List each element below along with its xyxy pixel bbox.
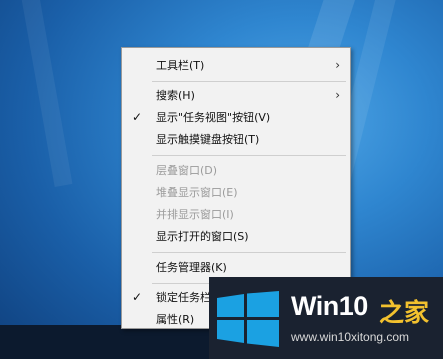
checkmark-icon: ✓: [132, 110, 143, 124]
brand-title: Win10 之家: [291, 291, 441, 327]
menu-item-toolbars[interactable]: 工具栏(T) ›: [122, 55, 350, 76]
menu-item-label: 显示打开的窗口(S): [156, 230, 249, 243]
menu-item-show-windows-stacked: 堆叠显示窗口(E): [122, 182, 350, 203]
light-beam: [20, 0, 73, 187]
menu-separator: [152, 252, 346, 253]
menu-item-cascade-windows: 层叠窗口(D): [122, 160, 350, 181]
chevron-right-icon: ›: [335, 58, 340, 72]
menu-item-show-touch-keyboard-button[interactable]: 显示触摸键盘按钮(T): [122, 129, 350, 150]
menu-item-label: 显示触摸键盘按钮(T): [156, 133, 260, 146]
brand-zh-text: 之家: [379, 298, 430, 327]
menu-item-search[interactable]: 搜索(H) ›: [122, 85, 350, 106]
watermark: Win10 之家 www.win10xitong.com: [209, 277, 443, 359]
menu-item-label: 搜索(H): [156, 89, 195, 102]
menu-separator: [152, 81, 346, 82]
menu-item-show-task-view-button[interactable]: ✓ 显示"任务视图"按钮(V): [122, 107, 350, 128]
menu-item-label: 任务管理器(K): [156, 261, 227, 274]
menu-item-label: 并排显示窗口(I): [156, 208, 234, 221]
checkmark-icon: ✓: [132, 290, 143, 304]
menu-item-label: 堆叠显示窗口(E): [156, 186, 238, 199]
brand-url: www.win10xitong.com: [291, 330, 410, 344]
menu-item-label: 显示"任务视图"按钮(V): [156, 111, 271, 124]
menu-item-show-windows-side-by-side: 并排显示窗口(I): [122, 204, 350, 225]
brand-win-text: Win10: [291, 291, 368, 321]
windows-logo-icon: [217, 291, 279, 347]
chevron-right-icon: ›: [335, 88, 340, 102]
menu-item-label: 工具栏(T): [156, 59, 205, 72]
menu-item-task-manager[interactable]: 任务管理器(K): [122, 257, 350, 278]
menu-item-label: 属性(R): [156, 313, 195, 326]
menu-item-show-open-windows[interactable]: 显示打开的窗口(S): [122, 226, 350, 247]
menu-separator: [152, 155, 346, 156]
menu-item-label: 层叠窗口(D): [156, 164, 218, 177]
